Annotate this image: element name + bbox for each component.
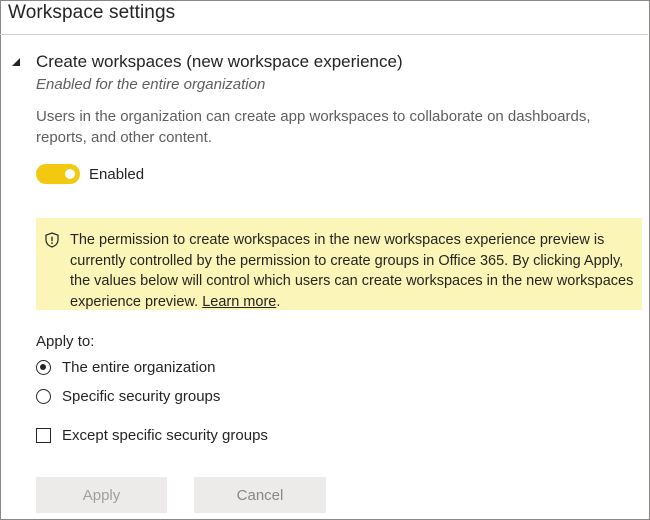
section-title: Create workspaces (new workspace experie… [36,52,403,71]
section-subtitle: Enabled for the entire organization [36,76,266,93]
warning-text: The permission to create workspaces in t… [70,230,636,312]
shield-warning-icon [45,232,59,248]
radio-label-specific-security-groups[interactable]: Specific security groups [62,388,220,405]
radio-specific-security-groups[interactable] [36,389,51,404]
radio-label-entire-organization[interactable]: The entire organization [62,359,215,376]
section-description: Users in the organization can create app… [36,108,591,146]
warning-trailing: . [276,293,281,310]
apply-button[interactable]: Apply [36,477,167,513]
radio-selected-dot [40,364,47,371]
page-title: Workspace settings [8,2,176,23]
title-divider [0,34,648,35]
warning-message: The permission to create workspaces in t… [70,232,634,310]
except-groups-label[interactable]: Except specific security groups [62,427,268,444]
cancel-button[interactable]: Cancel [194,477,326,513]
collapse-triangle-icon[interactable] [11,57,21,67]
except-groups-checkbox[interactable] [36,428,51,443]
radio-entire-organization[interactable] [36,360,51,375]
apply-to-label: Apply to: [36,333,95,350]
warning-banner: The permission to create workspaces in t… [36,218,642,310]
enabled-toggle[interactable] [36,164,80,184]
toggle-knob [65,169,75,179]
learn-more-link[interactable]: Learn more [202,294,276,310]
toggle-label: Enabled [89,166,145,183]
